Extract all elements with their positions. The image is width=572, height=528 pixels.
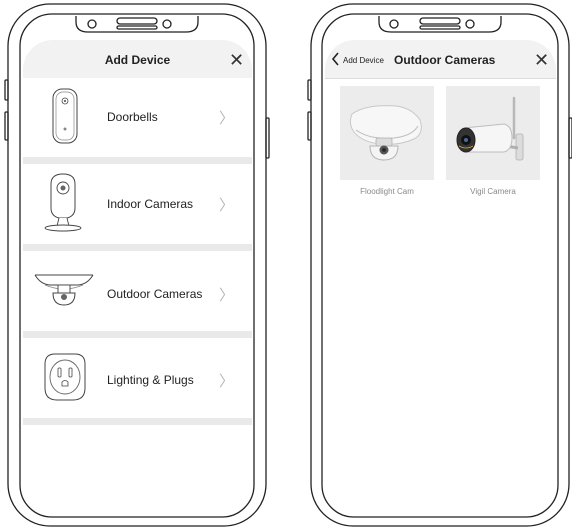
product-label: Vigil Camera	[470, 187, 516, 196]
list-item-lighting-plugs[interactable]: Lighting & Plugs 〉	[23, 338, 252, 418]
doorbell-icon	[52, 88, 78, 144]
chevron-right-icon: 〉	[219, 373, 235, 390]
list-item-doorbells[interactable]: Doorbells 〉	[23, 78, 252, 158]
list-item-label: Outdoor Cameras	[107, 287, 203, 301]
section-divider	[23, 331, 252, 338]
product-label: Floodlight Cam	[360, 187, 414, 196]
add-device-header: Add Device ✕	[23, 40, 252, 79]
list-item-label: Lighting & Plugs	[107, 373, 194, 387]
list-item-outdoor-cameras[interactable]: Outdoor Cameras 〉	[23, 251, 252, 331]
indoor-camera-icon	[44, 173, 82, 232]
section-divider	[23, 418, 252, 425]
back-button[interactable]: Add Device	[343, 56, 384, 65]
product-tile-floodlight-cam[interactable]	[340, 86, 434, 180]
outdoor-cameras-screen: Add Device Outdoor Cameras ✕ Floodlight …	[325, 40, 556, 514]
page-title: Outdoor Cameras	[394, 53, 496, 67]
close-icon[interactable]: ✕	[229, 51, 244, 69]
chevron-right-icon: 〉	[219, 197, 235, 214]
chevron-right-icon: 〉	[219, 287, 235, 304]
close-icon[interactable]: ✕	[534, 51, 549, 69]
list-item-label: Doorbells	[107, 110, 158, 124]
bullet-camera-icon	[456, 96, 524, 161]
floodlight-camera-icon	[349, 105, 422, 161]
add-device-screen: Add Device ✕ Doorbells 〉 Indoor Cameras …	[23, 40, 252, 514]
list-item-indoor-cameras[interactable]: Indoor Cameras 〉	[23, 164, 252, 244]
outdoor-cameras-header: Add Device Outdoor Cameras ✕	[325, 40, 556, 79]
outdoor-camera-icon	[34, 274, 94, 306]
list-item-label: Indoor Cameras	[107, 197, 194, 211]
page-title: Add Device	[104, 53, 171, 67]
smart-plug-icon	[44, 353, 86, 401]
chevron-right-icon: 〉	[219, 110, 235, 127]
chevron-left-icon[interactable]	[331, 52, 340, 66]
product-tile-vigil-camera[interactable]	[446, 86, 540, 180]
section-divider	[23, 157, 252, 164]
section-divider	[23, 244, 252, 251]
